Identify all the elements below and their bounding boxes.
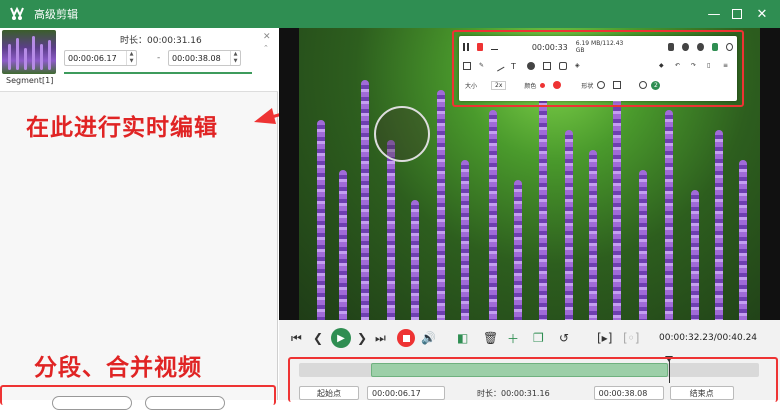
- audio-icon[interactable]: [696, 43, 704, 51]
- settings-icon[interactable]: [726, 43, 734, 51]
- segment-close-icon[interactable]: ✕: [263, 32, 271, 42]
- square-shape-icon[interactable]: [613, 81, 622, 89]
- number-icon[interactable]: [639, 81, 648, 89]
- end-stepper[interactable]: ▲ ▼: [230, 51, 240, 65]
- play-button[interactable]: ▶: [331, 328, 351, 348]
- zoom-tool-icon[interactable]: [559, 62, 567, 70]
- start-time-field[interactable]: 00:00:06.17: [367, 386, 445, 400]
- record-button[interactable]: [397, 329, 415, 347]
- playback-controls: ⏮ ❮ ▶ ❯ ⏭ 🔊 ◧ 🗑 ＋ ❐ ↺ [▸] [◦] 00:00:32.2…: [279, 320, 780, 356]
- end-time-field[interactable]: 00:00:38.08: [593, 386, 664, 400]
- clear-icon[interactable]: ▯: [707, 62, 715, 70]
- rectangle-tool-icon[interactable]: [463, 62, 471, 70]
- color-label: 颜色: [524, 82, 537, 90]
- toolbox-icon[interactable]: [711, 43, 719, 51]
- time-separator: -: [157, 53, 161, 63]
- delete-icon[interactable]: 🗑: [483, 330, 498, 346]
- segment-panel: Segment[1] 时长：00:00:31.16 00:00:06.17 ▲ ▼ …: [0, 28, 278, 405]
- text-tool-icon[interactable]: T: [511, 62, 519, 71]
- volume-icon[interactable]: 🔊: [421, 330, 436, 346]
- size-label: 大小: [465, 82, 478, 90]
- window-title: 高级剪辑: [34, 8, 78, 21]
- app-logo-icon: [8, 5, 26, 23]
- recording-toolbar: 00:00:33 6.19 MB/112.43 GB ✎ T ◈ ◆ ↶ ↷ ▯…: [459, 36, 737, 101]
- spotlight-tool-icon[interactable]: ◈: [575, 62, 583, 70]
- time-readout: 00:00:32.23/00:40.24: [659, 333, 758, 343]
- pen-tool-icon[interactable]: ✎: [479, 62, 487, 70]
- line-tool-icon[interactable]: [493, 60, 505, 72]
- prev-frame-icon[interactable]: ❮: [313, 330, 323, 346]
- image-tool-icon[interactable]: [543, 62, 551, 70]
- go-start-icon[interactable]: ⏮: [291, 330, 302, 346]
- start-stepper[interactable]: ▲ ▼: [126, 51, 136, 65]
- add-icon[interactable]: ＋: [507, 330, 519, 346]
- split-merge-highlight: [0, 385, 276, 405]
- split-button[interactable]: [52, 396, 132, 410]
- timeline-fields: 起始点 00:00:06.17 时长： 00:00:31.16 00:00:38…: [299, 386, 769, 400]
- segment-thumbnail[interactable]: [2, 30, 56, 74]
- reset-icon[interactable]: ↺: [559, 330, 569, 346]
- split-icon[interactable]: ◧: [457, 330, 468, 346]
- record-timer: 00:00:33: [531, 42, 568, 52]
- play-icon: ▶: [337, 332, 345, 344]
- segment-duration: 时长：00:00:31.16: [120, 36, 202, 46]
- segment-label: Segment[1]: [6, 76, 54, 85]
- go-end-icon[interactable]: ⏭: [375, 330, 386, 346]
- shape-label: 形状: [581, 82, 594, 90]
- stop-record-icon: [402, 334, 410, 342]
- color-dot-small[interactable]: [540, 82, 546, 88]
- segment-card[interactable]: Segment[1] 时长：00:00:31.16 00:00:06.17 ▲ ▼ …: [0, 28, 278, 92]
- maximize-icon: [732, 9, 742, 19]
- circle-shape-icon[interactable]: [597, 81, 606, 89]
- next-frame-icon[interactable]: ❯: [357, 330, 367, 346]
- copy-icon[interactable]: ❐: [533, 330, 544, 346]
- pause-icon[interactable]: [463, 43, 469, 51]
- set-start-button[interactable]: 起始点: [299, 386, 359, 400]
- segment-end-field[interactable]: 00:00:38.08 ▲ ▼: [168, 50, 241, 66]
- webcam-icon[interactable]: [682, 43, 689, 51]
- step-count-badge: 2: [651, 80, 661, 90]
- timeline-duration-label: 时长：: [477, 388, 501, 398]
- maximize-button[interactable]: [723, 0, 751, 28]
- stop-icon[interactable]: [476, 43, 484, 51]
- annotation-split-merge: 分段、合并视频: [34, 355, 202, 381]
- mark-out-icon[interactable]: [◦]: [623, 330, 639, 346]
- mark-in-icon[interactable]: [▸]: [597, 330, 612, 346]
- set-end-button[interactable]: 结束点: [669, 386, 734, 400]
- merge-button[interactable]: [145, 396, 225, 410]
- eraser-icon[interactable]: ◆: [659, 62, 667, 70]
- camera-icon[interactable]: [667, 43, 675, 51]
- size-select[interactable]: 2x: [491, 80, 507, 90]
- timeline[interactable]: 起始点 00:00:06.17 时长： 00:00:31.16 00:00:38…: [279, 356, 780, 402]
- timeline-duration: 00:00:31.16: [501, 388, 550, 398]
- cursor-highlight: [374, 106, 430, 162]
- storage-text: 6.19 MB/112.43 GB: [575, 40, 624, 54]
- segment-start-field[interactable]: 00:00:06.17 ▲ ▼: [64, 50, 137, 66]
- title-bar: 高级剪辑: [0, 0, 780, 28]
- minimize-icon: —: [707, 6, 721, 22]
- close-button[interactable]: ✕: [748, 0, 776, 28]
- close-panel-icon[interactable]: ≡: [723, 62, 731, 70]
- blur-tool-icon[interactable]: [527, 62, 535, 70]
- redo-icon[interactable]: ↷: [691, 62, 699, 70]
- segment-progress-line: [64, 72, 252, 74]
- undo-icon[interactable]: ↶: [675, 62, 683, 70]
- color-dot-large[interactable]: [553, 81, 562, 89]
- segment-collapse-icon[interactable]: ⌃: [263, 44, 269, 52]
- annotation-realtime-edit: 在此进行实时编辑: [26, 115, 218, 141]
- close-icon: ✕: [756, 6, 768, 22]
- collapse-icon[interactable]: [491, 45, 498, 50]
